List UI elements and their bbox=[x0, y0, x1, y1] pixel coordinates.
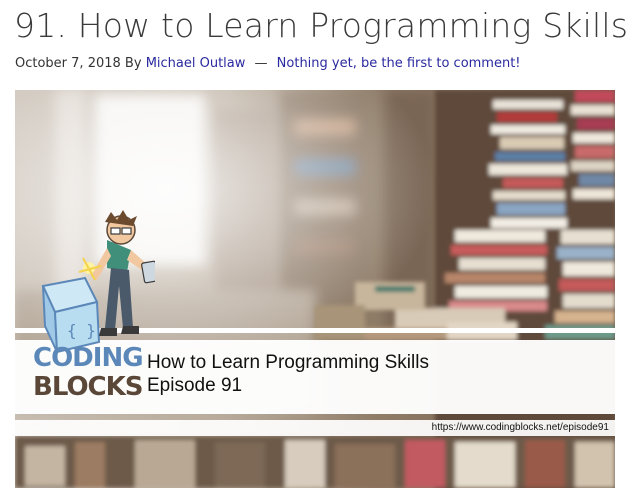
by-label: By bbox=[124, 56, 142, 71]
episode-title: How to Learn Programming Skills bbox=[147, 352, 429, 373]
meta-separator: — bbox=[254, 56, 268, 71]
post-date: October 7, 2018 bbox=[15, 56, 121, 71]
svg-text:{ }: { } bbox=[67, 321, 96, 340]
episode-url: https://www.codingblocks.net/episode91 bbox=[431, 422, 609, 433]
post-meta: October 7, 2018 By Michael Outlaw — Noth… bbox=[15, 55, 521, 73]
episode-number: Episode 91 bbox=[147, 375, 243, 396]
logo-coding-text: CODING bbox=[33, 343, 144, 373]
comments-link[interactable]: Nothing yet, be the first to comment! bbox=[277, 56, 521, 71]
ice-block-icon: { } bbox=[41, 276, 101, 354]
author-link[interactable]: Michael Outlaw bbox=[146, 56, 246, 71]
page-title: 91. How to Learn Programming Skills bbox=[14, 6, 629, 45]
featured-image: How to Learn Programming Skills Episode … bbox=[15, 90, 615, 488]
logo-blocks-text: BLOCKS bbox=[33, 372, 144, 402]
